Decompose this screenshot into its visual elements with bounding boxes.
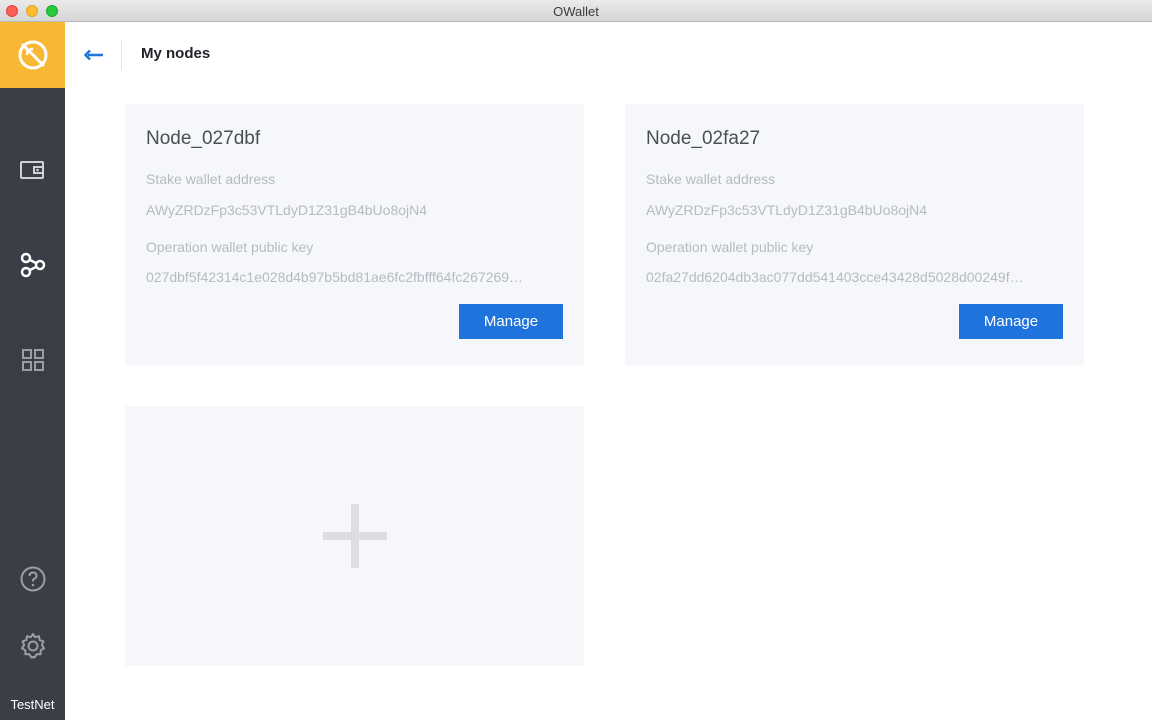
operation-key-value: 02fa27dd6204db3ac077dd541403cce43428d502… bbox=[646, 269, 1024, 285]
stake-address-value: AWyZRDzFp3c53VTLdyD1Z31gB4bUo8ojN4 bbox=[146, 202, 428, 218]
add-node-card[interactable] bbox=[125, 406, 584, 666]
sidebar-item-dapps[interactable] bbox=[0, 340, 65, 380]
back-button[interactable] bbox=[80, 42, 108, 68]
operation-key-value: 027dbf5f42314c1e028d4b97b5bd81ae6fc2fbff… bbox=[146, 269, 524, 285]
window-title: OWallet bbox=[553, 4, 599, 19]
sidebar-item-help[interactable] bbox=[0, 559, 65, 599]
nodes-icon bbox=[20, 252, 45, 278]
sidebar-item-nodes[interactable] bbox=[0, 245, 65, 285]
sidebar: TestNet bbox=[0, 22, 65, 720]
stake-address-label: Stake wallet address bbox=[146, 171, 276, 187]
owallet-logo-icon bbox=[18, 40, 47, 70]
settings-icon bbox=[20, 633, 45, 659]
stake-address-label: Stake wallet address bbox=[646, 171, 776, 187]
header-divider bbox=[121, 40, 122, 70]
operation-key-label: Operation wallet public key bbox=[646, 239, 814, 255]
dapps-grid-icon bbox=[21, 349, 44, 371]
manage-button[interactable]: Manage bbox=[959, 304, 1063, 339]
operation-key-label: Operation wallet public key bbox=[146, 239, 314, 255]
node-card: Node_027dbf Stake wallet address AWyZRDz… bbox=[125, 104, 584, 365]
manage-button[interactable]: Manage bbox=[459, 304, 563, 339]
page-title: My nodes bbox=[141, 45, 211, 62]
sidebar-item-settings[interactable] bbox=[0, 626, 65, 666]
title-bar: OWallet bbox=[0, 0, 1152, 22]
help-icon bbox=[20, 566, 45, 592]
node-name: Node_027dbf bbox=[146, 128, 261, 149]
wallet-icon bbox=[19, 161, 44, 179]
logo[interactable] bbox=[0, 22, 65, 88]
node-card: Node_02fa27 Stake wallet address AWyZRDz… bbox=[625, 104, 1084, 365]
back-arrow-icon bbox=[84, 49, 103, 61]
plus-icon bbox=[322, 504, 387, 568]
node-name: Node_02fa27 bbox=[646, 128, 761, 149]
network-label[interactable]: TestNet bbox=[0, 697, 65, 712]
sidebar-item-wallet[interactable] bbox=[0, 150, 65, 190]
stake-address-value: AWyZRDzFp3c53VTLdyD1Z31gB4bUo8ojN4 bbox=[646, 202, 928, 218]
